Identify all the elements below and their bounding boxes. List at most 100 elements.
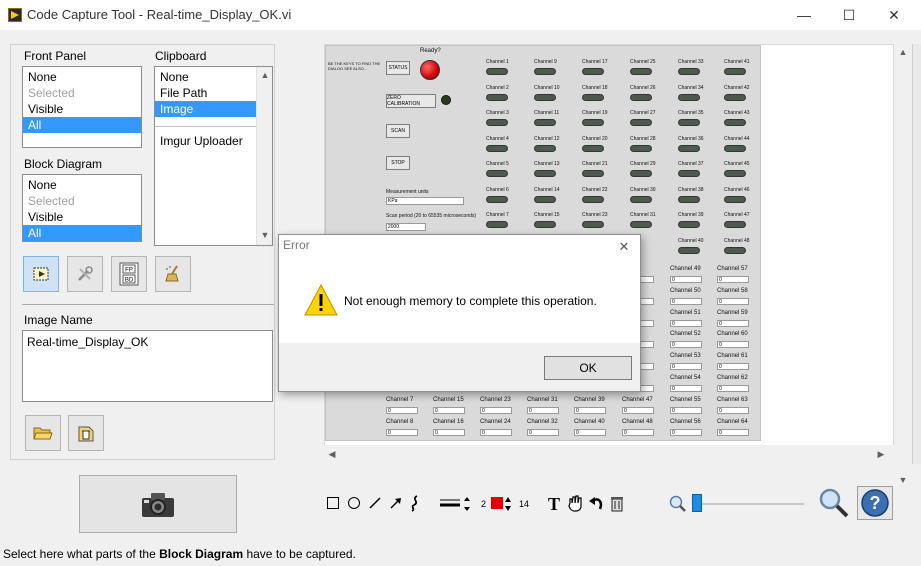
image-name-input[interactable]: Real-time_Display_OK xyxy=(22,330,273,402)
scroll-up-icon[interactable]: ▲ xyxy=(894,46,912,58)
dialog-title: Error xyxy=(283,238,310,252)
block-diagram-list[interactable]: None Selected Visible All xyxy=(22,174,142,242)
channel-label: Channel 27 xyxy=(630,110,656,116)
channel-led xyxy=(534,170,556,177)
block-diagram-option: Selected xyxy=(28,194,75,208)
zoom-slider-thumb[interactable] xyxy=(692,494,702,512)
channel-numeric-value: 0 xyxy=(433,406,465,414)
clipboard-option[interactable]: Imgur Uploader xyxy=(155,133,256,149)
front-panel-option[interactable]: Visible xyxy=(23,101,141,117)
channel-numeric-value: 0 xyxy=(670,406,702,414)
svg-text:FP: FP xyxy=(125,268,133,274)
help-button[interactable]: ? xyxy=(857,486,893,520)
clipboard-option[interactable]: None xyxy=(155,69,256,85)
ellipse-tool-icon[interactable] xyxy=(348,497,360,509)
channel-led xyxy=(534,93,556,101)
color-spinner-icon[interactable] xyxy=(504,496,512,512)
channel-numeric-value: 0 xyxy=(717,297,749,305)
clipboard-option[interactable]: Image xyxy=(155,101,256,117)
tools-button[interactable] xyxy=(67,256,103,292)
channel-led xyxy=(678,170,700,177)
channel-numeric-label: Channel 23 xyxy=(480,396,511,403)
channel-label: Channel 20 xyxy=(582,135,608,142)
channel-led xyxy=(678,246,700,254)
clipboard-label: Clipboard xyxy=(155,49,207,63)
channel-label: Channel 43 xyxy=(724,110,750,116)
channel-label: Channel 26 xyxy=(630,84,656,91)
channel-numeric-label: Channel 64 xyxy=(717,418,748,425)
scroll-right-icon[interactable]: ▶ xyxy=(875,448,887,460)
rectangle-tool-icon[interactable] xyxy=(327,497,339,509)
zoom-slider-track[interactable] xyxy=(700,503,804,505)
scroll-down-icon[interactable]: ▼ xyxy=(257,229,273,241)
channel-numeric-value: 0 xyxy=(670,385,702,392)
channel-led xyxy=(678,221,700,228)
channel-numeric-label: Channel 31 xyxy=(527,396,558,403)
scroll-down-icon[interactable]: ▼ xyxy=(894,474,912,486)
open-folder-button[interactable] xyxy=(25,415,61,451)
minimize-button[interactable]: — xyxy=(781,0,827,30)
close-button[interactable]: ✕ xyxy=(871,0,917,30)
freehand-tool-icon[interactable] xyxy=(408,494,422,512)
front-panel-option[interactable]: All xyxy=(23,117,141,133)
text-tool-icon[interactable]: T xyxy=(547,494,565,512)
line-width-value: 2 xyxy=(481,499,487,509)
channel-led xyxy=(678,93,700,101)
block-diagram-option[interactable]: All xyxy=(23,225,141,241)
channel-led xyxy=(724,195,746,203)
channel-label: Channel 36 xyxy=(678,135,704,142)
channel-numeric-value: 0 xyxy=(670,276,702,283)
scroll-left-icon[interactable]: ◀ xyxy=(326,448,338,460)
channel-led xyxy=(486,195,508,203)
warning-icon xyxy=(304,284,338,316)
line-width-selector-icon[interactable] xyxy=(438,496,472,512)
channel-led xyxy=(724,144,746,152)
delete-file-button[interactable] xyxy=(68,415,104,451)
dialog-close-button[interactable]: ✕ xyxy=(612,236,636,258)
channel-label: Channel 31 xyxy=(630,212,656,218)
ok-button[interactable]: OK xyxy=(544,356,632,380)
preview-vertical-scrollbar[interactable]: ▲ ▼ xyxy=(894,44,912,485)
channel-label: Channel 41 xyxy=(724,59,750,65)
block-diagram-option[interactable]: Visible xyxy=(23,209,141,225)
channel-numeric-value: 0 xyxy=(480,406,512,414)
color-swatch[interactable] xyxy=(491,497,503,509)
channel-label: Channel 21 xyxy=(582,161,608,167)
divider xyxy=(22,304,274,305)
magnifier-icon[interactable] xyxy=(818,487,850,519)
clipboard-option[interactable]: File Path xyxy=(155,85,256,101)
channel-numeric-value: 0 xyxy=(386,428,418,436)
scroll-up-icon[interactable]: ▲ xyxy=(257,69,273,81)
channel-label: Channel 17 xyxy=(582,59,608,65)
channel-numeric-value: 0 xyxy=(717,341,749,349)
channel-numeric-label: Channel 32 xyxy=(527,418,558,425)
block-diagram-option[interactable]: None xyxy=(23,177,141,193)
line-tool-icon[interactable] xyxy=(368,496,382,510)
channel-led xyxy=(724,68,746,75)
channel-led xyxy=(534,221,556,228)
maximize-button[interactable]: ☐ xyxy=(826,0,872,30)
channel-numeric-label: Channel 50 xyxy=(670,287,701,294)
clipboard-list[interactable]: None File Path Image Imgur Uploader ▲ ▼ xyxy=(154,66,273,246)
front-panel-option[interactable]: None xyxy=(23,69,141,85)
fp-bd-button[interactable]: FP BD xyxy=(111,256,147,292)
channel-label: Channel 46 xyxy=(724,186,750,193)
channel-numeric-value: 0 xyxy=(433,428,465,436)
channel-numeric-label: Channel 53 xyxy=(670,353,701,360)
ready-led xyxy=(420,60,440,80)
arrow-tool-icon[interactable] xyxy=(389,496,403,510)
capture-button[interactable] xyxy=(79,475,237,533)
preview-horizontal-scrollbar[interactable]: ◀ ▶ xyxy=(324,445,894,462)
channel-led xyxy=(678,119,700,126)
channel-label: Channel 33 xyxy=(678,59,704,65)
clipboard-scrollbar[interactable]: ▲ ▼ xyxy=(256,67,272,245)
channel-label: Channel 3 xyxy=(486,110,509,116)
front-panel-list[interactable]: None Selected Visible All xyxy=(22,66,142,148)
hand-tool-icon[interactable] xyxy=(567,494,585,512)
cleanup-button[interactable] xyxy=(155,256,191,292)
undo-icon[interactable] xyxy=(588,494,604,512)
capture-region-button[interactable] xyxy=(23,256,59,292)
channel-label: Channel 12 xyxy=(534,135,560,142)
channel-led xyxy=(724,170,746,177)
trash-icon[interactable] xyxy=(609,494,625,512)
